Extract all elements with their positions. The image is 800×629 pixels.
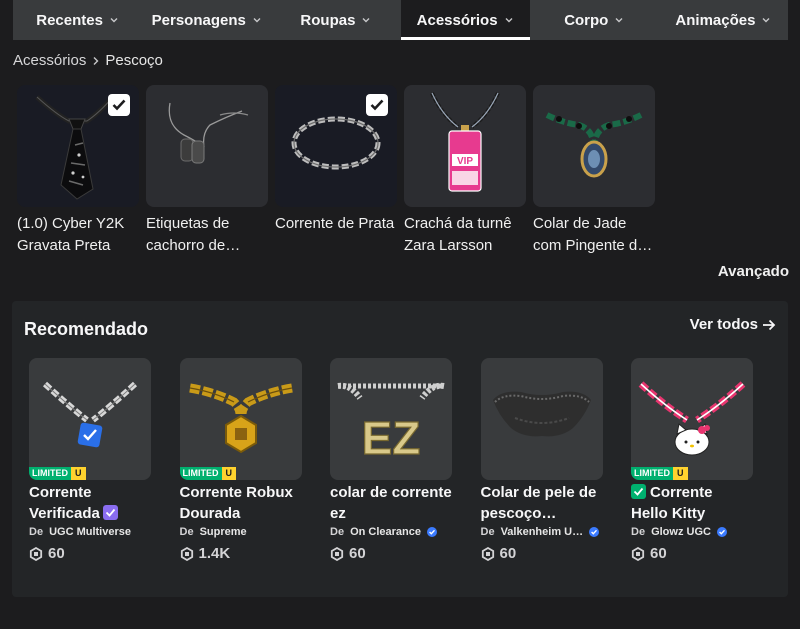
item-price: 60 xyxy=(631,545,753,562)
item-title: (1.0) Cyber Y2K Gravata Preta xyxy=(17,215,125,254)
owned-item[interactable]: VIP Crachá da turnê Zara Larsson xyxy=(404,85,526,257)
tab-roupas[interactable]: Roupas xyxy=(271,0,400,40)
item-name: Corrente Verificada xyxy=(29,482,151,524)
recommended-item[interactable]: LIMITED U Corrente Robux Dourada De Suprem… xyxy=(179,358,302,562)
item-price: 60 xyxy=(29,545,151,562)
jade-necklace-icon xyxy=(545,112,643,178)
ez-chain-icon: EZ xyxy=(337,382,445,465)
item-thumbnail xyxy=(533,85,655,207)
limited-badge: LIMITED U xyxy=(179,467,236,480)
recommended-grid: LIMITED U Corrente Verificada De UGC Multi… xyxy=(29,358,753,562)
creator-name[interactable]: Valkenheim U… xyxy=(501,526,584,538)
robux-icon xyxy=(631,546,645,561)
robux-icon xyxy=(29,546,43,561)
verified-check-icon xyxy=(102,505,118,520)
limited-badge: LIMITED U xyxy=(631,467,688,480)
item-title: Crachá da turnê Zara Larsson xyxy=(404,215,512,254)
advanced-link[interactable]: Avançado xyxy=(718,263,789,280)
chevron-down-icon xyxy=(505,18,513,23)
item-thumbnail: LIMITED U xyxy=(29,358,151,480)
verified-chain-icon xyxy=(42,381,138,448)
item-name: colar de corrente ez xyxy=(330,484,452,522)
svg-text:EZ: EZ xyxy=(362,412,421,464)
chevron-down-icon xyxy=(110,18,118,23)
verified-badge-icon xyxy=(426,527,437,537)
robux-icon xyxy=(481,546,494,561)
item-thumbnail: LIMITED U xyxy=(179,358,302,480)
item-price: 1.4K xyxy=(180,545,302,562)
checkmark-icon[interactable] xyxy=(366,94,388,116)
chevron-right-icon xyxy=(93,56,99,65)
creator-name[interactable]: Supreme xyxy=(200,526,247,538)
robux-icon xyxy=(180,546,193,561)
item-thumbnail xyxy=(275,85,397,207)
item-name: Corrente Hello Kitty xyxy=(631,484,713,522)
item-price: 60 xyxy=(481,545,603,562)
item-name: Colar de pele de pescoço… xyxy=(480,484,597,522)
creator-line: De Glowz UGC xyxy=(631,526,753,538)
owned-item[interactable]: (1.0) Cyber Y2K Gravata Preta xyxy=(17,85,139,257)
tab-acessorios[interactable]: Acessórios xyxy=(400,0,530,40)
vip-badge-icon: VIP xyxy=(430,92,500,192)
hello-kitty-chain-icon xyxy=(638,381,746,456)
verified-badge-icon xyxy=(716,527,727,537)
creator-name[interactable]: UGC Multiverse xyxy=(49,526,131,538)
verified-badge-icon xyxy=(589,527,600,537)
dog-tags-icon xyxy=(168,102,249,164)
item-thumbnail: LIMITED U xyxy=(631,358,753,480)
recommended-item[interactable]: LIMITED U Corrente Verificada De UGC Multi… xyxy=(29,358,151,562)
recommended-item[interactable]: LIMITED U Corrente Hello Kitty De Glowz UG… xyxy=(631,358,753,562)
item-title: Corrente de Prata xyxy=(275,215,395,232)
breadcrumb-current: Pescoço xyxy=(105,52,163,69)
tab-animacoes[interactable]: Animações xyxy=(659,0,788,40)
item-name: Corrente Robux Dourada xyxy=(179,484,293,522)
gold-robux-chain-icon xyxy=(188,383,293,454)
owned-item[interactable]: Corrente de Prata xyxy=(275,85,397,257)
arrow-right-icon xyxy=(763,319,776,330)
item-price: 60 xyxy=(330,545,452,562)
chevron-down-icon xyxy=(253,18,261,23)
owned-item[interactable]: Colar de Jade com Pingente d… xyxy=(533,85,655,257)
item-thumbnail xyxy=(17,85,139,207)
creator-line: De On Clearance xyxy=(330,526,452,538)
chevron-down-icon xyxy=(762,18,770,23)
svg-text:VIP: VIP xyxy=(457,156,473,167)
tab-recentes[interactable]: Recentes xyxy=(13,0,142,40)
owned-items-grid: (1.0) Cyber Y2K Gravata Preta Etiquetas … xyxy=(17,85,655,257)
creator-line: De Valkenheim U… xyxy=(481,526,603,538)
checkmark-icon[interactable] xyxy=(108,94,130,116)
creator-line: De UGC Multiverse xyxy=(29,526,131,538)
limited-badge: LIMITED U xyxy=(29,467,86,480)
item-thumbnail xyxy=(480,358,603,480)
recommended-panel: Recomendado Ver todos LIMITED U Corrente … xyxy=(12,301,788,597)
item-thumbnail: VIP xyxy=(404,85,526,207)
creator-line: De Supreme xyxy=(179,526,247,538)
breadcrumb: Acessórios Pescoço xyxy=(13,52,163,69)
item-title: Colar de Jade com Pingente d… xyxy=(533,215,653,254)
recommended-item[interactable]: EZ colar de corrente ez De On Clearance 6… xyxy=(330,358,452,562)
tab-corpo[interactable]: Corpo xyxy=(530,0,659,40)
chevron-down-icon xyxy=(362,18,370,23)
breadcrumb-parent[interactable]: Acessórios xyxy=(13,52,86,69)
creator-name[interactable]: Glowz UGC xyxy=(651,526,711,538)
see-all-link[interactable]: Ver todos xyxy=(690,316,776,333)
owned-item[interactable]: Etiquetas de cachorro de aço… xyxy=(146,85,268,257)
creator-name[interactable]: On Clearance xyxy=(350,526,421,538)
chevron-down-icon xyxy=(615,18,623,23)
item-title: Etiquetas de cachorro de aço… xyxy=(146,215,230,254)
check-badge-icon xyxy=(631,484,646,499)
recommended-item[interactable]: Colar de pele de pescoço… De Valkenheim U… xyxy=(480,358,603,562)
category-tabs: Recentes Personagens Roupas Acessórios C… xyxy=(13,0,788,40)
tab-personagens[interactable]: Personagens xyxy=(142,0,271,40)
item-thumbnail xyxy=(146,85,268,207)
section-title: Recomendado xyxy=(24,319,149,339)
robux-icon xyxy=(330,546,344,561)
fur-collar-icon xyxy=(492,391,591,437)
item-thumbnail: EZ xyxy=(330,358,452,480)
